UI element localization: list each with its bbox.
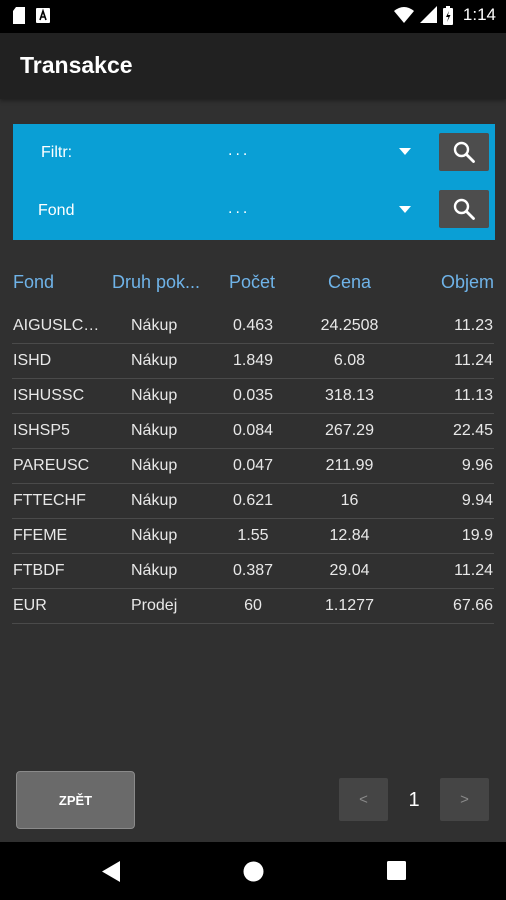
cell-fond: ISHD	[13, 352, 52, 369]
cell-fond: PAREUSC	[13, 457, 90, 474]
cell-druh: Nákup	[131, 492, 178, 509]
cell-cena: 318.13	[325, 387, 374, 404]
table-row[interactable]: ISHUSSC Nákup 0.035 318.13 11.13	[12, 379, 494, 414]
back-triangle-icon[interactable]	[101, 861, 121, 882]
cell-druh: Nákup	[131, 457, 178, 474]
next-page-button[interactable]: >	[440, 778, 489, 821]
cell-druh: Nákup	[131, 317, 178, 334]
fund-label: Fond	[38, 202, 75, 219]
cell-objem: 11.13	[454, 387, 493, 404]
column-header-pocet[interactable]: Počet	[229, 272, 275, 293]
page-number: 1	[408, 789, 420, 811]
system-icons: 1:14	[393, 5, 496, 25]
cell-cena: 6.08	[333, 352, 366, 369]
cell-cena: 1.1277	[325, 597, 374, 614]
cell-cena: 24.2508	[320, 317, 379, 334]
previous-page-button[interactable]: <	[339, 778, 388, 821]
cell-objem: 22.45	[452, 422, 493, 439]
search-icon	[453, 141, 475, 163]
cell-pocet: 0.084	[232, 422, 274, 439]
cell-pocet: 0.035	[232, 387, 274, 404]
page-title: Transakce	[20, 52, 133, 78]
fund-dropdown[interactable]: ...	[228, 200, 250, 218]
cell-druh: Prodej	[131, 597, 178, 614]
cell-fond: AIGUSLCR...	[13, 317, 106, 334]
cell-fond: FTTECHF	[13, 492, 86, 509]
cell-pocet: 60	[244, 597, 262, 614]
cell-druh: Nákup	[131, 352, 178, 369]
fund-search-button[interactable]	[439, 190, 489, 228]
cell-fond: EUR	[13, 597, 47, 614]
filter-row: Filtr: ...	[13, 124, 495, 182]
cell-objem: 9.94	[461, 492, 493, 509]
filter-dropdown-arrow-icon[interactable]	[399, 148, 411, 155]
table-header: Fond Druh pok... Počet Cena Objem	[0, 268, 506, 298]
cell-pocet: 0.463	[232, 317, 274, 334]
table-row[interactable]: PAREUSC Nákup 0.047 211.99 9.96	[12, 449, 494, 484]
table-row[interactable]: FTTECHF Nákup 0.621 16 9.94	[12, 484, 494, 519]
column-header-objem[interactable]: Objem	[441, 272, 494, 293]
sd-card-icon	[13, 7, 25, 24]
filter-search-button[interactable]	[439, 133, 489, 171]
table-row[interactable]: ISHSP5 Nákup 0.084 267.29 22.45	[12, 414, 494, 449]
cell-fond: FFEME	[13, 527, 68, 544]
cell-druh: Nákup	[131, 422, 178, 439]
cell-pocet: 1.849	[232, 352, 274, 369]
clock: 1:14	[462, 5, 496, 24]
cell-objem: 9.96	[461, 457, 493, 474]
column-header-cena[interactable]: Cena	[328, 272, 371, 293]
signal-icon	[419, 6, 437, 23]
a-notification-icon	[36, 8, 50, 23]
filter-label: Filtr:	[41, 144, 73, 161]
table-row[interactable]: ISHD Nákup 1.849 6.08 11.24	[12, 344, 494, 379]
cell-cena: 29.04	[329, 562, 370, 579]
search-icon	[453, 198, 475, 220]
home-circle-icon[interactable]	[243, 861, 264, 882]
cell-pocet: 0.387	[232, 562, 274, 579]
cell-cena: 12.84	[329, 527, 370, 544]
status-bar: 1:14	[0, 0, 506, 33]
cell-pocet: 1.55	[237, 527, 269, 544]
navigation-bar	[0, 842, 506, 900]
cell-objem: 19.9	[461, 527, 493, 544]
cell-fond: ISHUSSC	[13, 387, 85, 404]
battery-icon	[442, 5, 453, 25]
table-row[interactable]: EUR Prodej 60 1.1277 67.66	[12, 589, 494, 624]
fund-row: Fond ...	[13, 182, 495, 240]
cell-druh: Nákup	[131, 562, 178, 579]
filter-panel: Filtr: ... Fond ...	[13, 124, 495, 240]
cell-pocet: 0.621	[232, 492, 274, 509]
recents-square-icon[interactable]	[387, 861, 406, 880]
column-header-druh[interactable]: Druh pok...	[112, 272, 200, 293]
fund-dropdown-arrow-icon[interactable]	[399, 206, 411, 213]
cell-pocet: 0.047	[232, 457, 274, 474]
cell-objem: 11.24	[454, 562, 493, 579]
cell-cena: 16	[340, 492, 359, 509]
column-header-fond[interactable]: Fond	[13, 272, 54, 293]
app-bar: Transakce	[0, 33, 506, 99]
table-row[interactable]: FTBDF Nákup 0.387 29.04 11.24	[12, 554, 494, 589]
cell-cena: 267.29	[325, 422, 374, 439]
cell-fond: FTBDF	[13, 562, 65, 579]
cell-objem: 11.24	[454, 352, 493, 369]
cell-fond: ISHSP5	[13, 422, 70, 439]
table-row[interactable]: FFEME Nákup 1.55 12.84 19.9	[12, 519, 494, 554]
table-row[interactable]: AIGUSLCR... Nákup 0.463 24.2508 11.23	[12, 309, 494, 344]
cell-druh: Nákup	[131, 387, 178, 404]
back-button[interactable]: ZPĚT	[16, 771, 135, 829]
filter-dropdown[interactable]: ...	[228, 142, 250, 160]
notification-icons	[12, 7, 50, 24]
cell-druh: Nákup	[131, 527, 178, 544]
cell-objem: 11.23	[454, 317, 493, 334]
cell-cena: 211.99	[325, 457, 374, 474]
wifi-icon	[393, 7, 414, 23]
cell-objem: 67.66	[452, 597, 493, 614]
